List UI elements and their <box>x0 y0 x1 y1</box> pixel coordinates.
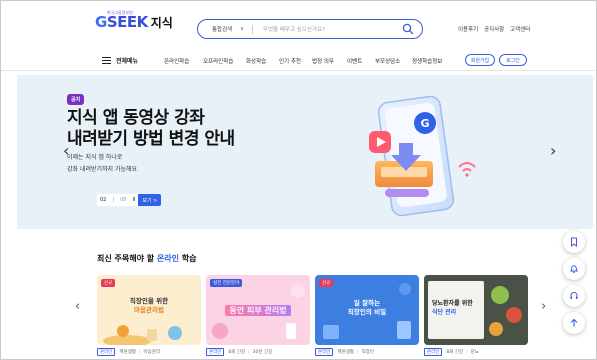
nav-item-parent-counsel[interactable]: 부모상담소 <box>375 57 400 65</box>
hero-prev-arrow[interactable]: ‹ <box>63 141 69 160</box>
header: 한국고용정보원 GSEEK 지식 통합검색 ∨ 무엇을 배우고 싶으신가요? 이… <box>1 1 596 47</box>
nav-item-offline[interactable]: 오프라인학습 <box>203 57 233 65</box>
card-meta-tag: 온라인 <box>206 348 225 356</box>
card-meta-b: 직장인 <box>361 350 374 355</box>
hamburger-icon <box>102 57 111 64</box>
hero-next-arrow[interactable]: › <box>550 141 556 160</box>
hero-more-button[interactable]: 보기 > <box>138 194 162 206</box>
floating-bookmark-button[interactable] <box>563 231 585 253</box>
card-meta-a: 8회 긴강 <box>446 350 464 355</box>
nav-item-video-class[interactable]: 화상학습 <box>246 57 266 65</box>
card-tag: 신규 <box>101 279 116 287</box>
pager-current: 02 <box>100 197 107 203</box>
nav-item-event[interactable]: 이벤트 <box>347 57 362 65</box>
section-title-post: 학습 <box>178 254 197 263</box>
search-scope-select[interactable]: 통합검색 <box>212 25 232 33</box>
hero-banner: 공지 지식 앱 동영상 강좌 내려받기 방법 변경 안내 이제는 지식 앱 하나… <box>17 75 593 229</box>
svg-text:G: G <box>420 117 429 130</box>
pager-divider: | <box>112 197 115 203</box>
main-nav: 전체메뉴 온라인학습 오프라인학습 화상학습 인기 추천 법정 의무 이벤트 부… <box>1 51 596 71</box>
logo[interactable]: 한국고용정보원 GSEEK 지식 <box>95 10 173 31</box>
nav-item-online[interactable]: 온라인학습 <box>164 57 189 65</box>
card-meta-b: 당뇨 <box>470 350 479 355</box>
hero-title-line2: 내려받기 방법 변경 안내 <box>67 129 235 149</box>
card-title-line1: 직장인을 위한 <box>129 297 169 305</box>
section-title: 최신 주목해야 할 온라인 학습 <box>97 253 196 264</box>
card-meta-a: 핵원생활 <box>337 350 354 355</box>
pause-icon[interactable]: II <box>129 197 138 203</box>
util-link-support[interactable]: 고객센터 <box>510 25 530 33</box>
card-meta-a: 8회 긴강 <box>228 350 246 355</box>
section-title-highlight: 온라인 <box>156 254 179 263</box>
card-meta-tag: 온라인 <box>315 348 334 356</box>
course-card[interactable]: 당뇨환자를 위한 식단 관리 <box>424 275 528 345</box>
hero-description: 이제는 지식 앱 하나로 강좌 내려받기까지 가능해요 <box>67 152 137 176</box>
card-title: 직장인을 위한 마음관리법 <box>97 297 201 315</box>
card-illustration <box>103 325 182 345</box>
search-icon[interactable] <box>402 23 414 35</box>
bell-icon <box>569 265 579 274</box>
card-meta: 온라인 핵원생활 | 마음관리 <box>97 348 160 356</box>
card-meta-b: 30분 긴강 <box>252 350 273 355</box>
hero-desc-line2: 강좌 내려받기까지 가능해요 <box>67 166 138 173</box>
nav-item-lifelong-info[interactable]: 정생학습정보 <box>412 57 442 65</box>
logo-sub: 지식 <box>150 15 173 30</box>
carousel-prev-arrow[interactable]: ‹ <box>75 299 80 314</box>
card-title-line1: 당뇨환자를 위한 <box>432 300 473 307</box>
page-frame: 한국고용정보원 GSEEK 지식 통합검색 ∨ 무엇을 배우고 싶으신가요? 이… <box>0 0 597 360</box>
bookmark-icon <box>571 237 577 247</box>
nav-item-legal[interactable]: 법정 의무 <box>312 57 334 65</box>
card-meta: 온라인 8회 긴강 | 30분 긴강 <box>206 348 272 356</box>
section-title-pre: 최신 주목해야 할 <box>97 254 157 263</box>
hero-pager: 02 | 08 II 보기 > <box>97 194 162 206</box>
card-meta-a: 핵원생활 <box>119 350 136 355</box>
card-meta: 온라인 8회 긴강 | 당뇨 <box>424 348 479 356</box>
login-button[interactable]: 로그인 <box>499 54 527 66</box>
card-title: 당뇨환자를 위한 식단 관리 <box>428 299 484 317</box>
hero-desc-line1: 이제는 지식 앱 하나로 <box>67 154 123 161</box>
card-illustration <box>323 283 411 339</box>
chevron-down-icon[interactable]: ∨ <box>240 26 244 32</box>
card-meta: 온라인 핵원생활 | 직장인 <box>315 348 374 356</box>
hero-title-line1: 지식 앱 동영상 강좌 <box>67 108 205 128</box>
search-divider <box>251 24 253 34</box>
floating-support-button[interactable] <box>563 285 585 307</box>
hero-phone-illustration: G <box>369 95 476 217</box>
logo-brand-g: G <box>95 13 107 31</box>
card-illustration <box>212 284 305 339</box>
util-link-reviews[interactable]: 이용후기 <box>458 25 478 33</box>
course-card[interactable]: 신규 일 잘하는 직장인의 비밀 <box>315 275 419 345</box>
course-card[interactable]: 실전 전문분야 동안 피부 관리법 <box>206 275 310 345</box>
hero-title: 지식 앱 동영상 강좌 내려받기 방법 변경 안내 <box>67 108 235 150</box>
all-menu-button[interactable]: 전체메뉴 <box>102 56 138 65</box>
floating-top-button[interactable] <box>563 312 585 334</box>
course-card[interactable]: 신규 직장인을 위한 마음관리법 <box>97 275 201 345</box>
headset-icon <box>570 292 578 299</box>
util-link-notice[interactable]: 공지사항 <box>484 25 504 33</box>
arrow-up-icon <box>570 318 578 327</box>
all-menu-label: 전체메뉴 <box>116 58 139 65</box>
signup-button[interactable]: 회원가입 <box>465 54 495 66</box>
pager-total: 08 <box>120 197 127 203</box>
search-bar: 통합검색 ∨ 무엇을 배우고 싶으신가요? <box>197 19 423 39</box>
card-title-line2: 식단 관리 <box>432 309 457 316</box>
card-meta-b: 마음관리 <box>143 350 161 355</box>
floating-notification-button[interactable] <box>563 258 585 280</box>
card-meta-tag: 온라인 <box>97 348 116 356</box>
notice-badge: 공지 <box>67 94 85 105</box>
card-title-line2: 마음관리법 <box>134 306 164 314</box>
search-input[interactable]: 무엇을 배우고 싶으신가요? <box>263 25 325 33</box>
card-meta-tag: 온라인 <box>424 348 443 356</box>
carousel-next-arrow[interactable]: › <box>541 299 546 314</box>
logo-org-text: 한국고용정보원 <box>107 10 133 15</box>
nav-item-popular[interactable]: 인기 추천 <box>279 57 301 65</box>
